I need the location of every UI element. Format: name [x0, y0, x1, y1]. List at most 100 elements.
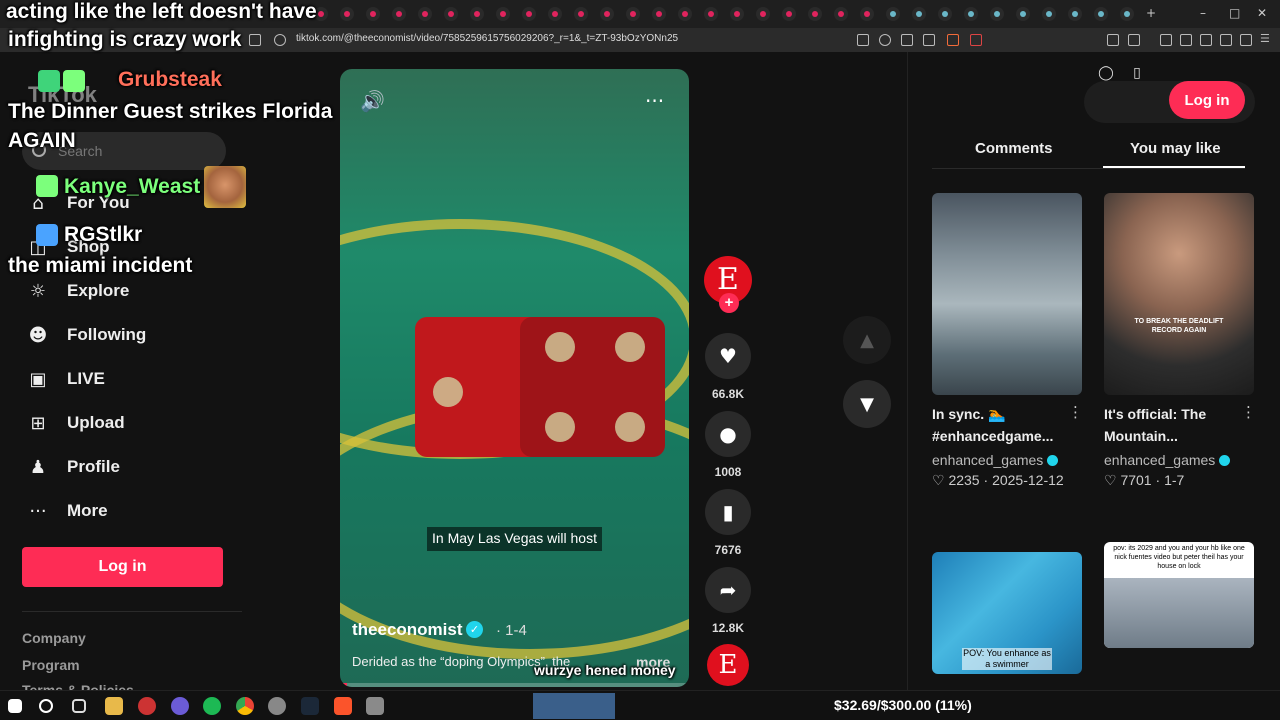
share-icon[interactable]: [923, 34, 935, 46]
card-options-icon[interactable]: ⋮: [1241, 403, 1256, 421]
tab[interactable]: [1068, 7, 1082, 21]
search-icon[interactable]: [39, 699, 53, 713]
site-info-icon[interactable]: [274, 34, 286, 46]
rewards-icon[interactable]: [970, 34, 982, 46]
tab-you-may-like[interactable]: You may like: [1130, 140, 1221, 157]
app-icon[interactable]: [138, 697, 156, 715]
sidebar-item-more[interactable]: ··· More: [26, 497, 226, 527]
tab[interactable]: [964, 7, 978, 21]
maximize-icon[interactable]: □: [1229, 6, 1240, 20]
tab[interactable]: [366, 7, 380, 21]
zoom-icon[interactable]: [879, 34, 891, 46]
discord-icon[interactable]: [171, 697, 189, 715]
tab[interactable]: [444, 7, 458, 21]
tab[interactable]: [340, 7, 354, 21]
tab[interactable]: [730, 7, 744, 21]
card-title[interactable]: It's official: The Mountain...: [1104, 403, 1240, 447]
tab[interactable]: [626, 7, 640, 21]
follow-icon[interactable]: +: [719, 293, 739, 313]
tab[interactable]: [938, 7, 952, 21]
video-options-icon[interactable]: ···: [645, 89, 664, 113]
app-icon[interactable]: [268, 697, 286, 715]
coin-icon[interactable]: ◯: [1097, 64, 1115, 82]
footer-link-program[interactable]: Program: [22, 657, 80, 673]
tab[interactable]: [1120, 7, 1134, 21]
login-button-top[interactable]: Log in: [1169, 81, 1245, 119]
phone-icon[interactable]: ▯: [1128, 64, 1146, 82]
sidebar-icon[interactable]: [1128, 34, 1140, 46]
video-player[interactable]: 🔊 ··· In May Las Vegas will host theecon…: [340, 69, 689, 687]
task-view-icon[interactable]: [72, 699, 86, 713]
creator-avatar-bottom[interactable]: E: [707, 644, 749, 686]
card-user[interactable]: enhanced_games: [1104, 452, 1231, 468]
sidebar-item-upload[interactable]: ⊞ Upload: [26, 409, 226, 439]
video-author[interactable]: theeconomist: [352, 620, 463, 640]
tab[interactable]: [704, 7, 718, 21]
tab-comments[interactable]: Comments: [975, 140, 1053, 157]
translate-icon[interactable]: [857, 34, 869, 46]
sidebar-item-following[interactable]: ☻ Following: [26, 321, 226, 351]
cast-icon[interactable]: [901, 34, 913, 46]
tab[interactable]: [600, 7, 614, 21]
tab[interactable]: [652, 7, 666, 21]
minimize-icon[interactable]: –: [1200, 6, 1206, 20]
tab[interactable]: [782, 7, 796, 21]
card-options-icon[interactable]: ⋮: [1068, 403, 1083, 421]
tab[interactable]: [834, 7, 848, 21]
save-button[interactable]: ▮: [705, 489, 751, 535]
url-field[interactable]: tiktok.com/@theeconomist/video/758525961…: [296, 33, 678, 44]
video-progress[interactable]: [340, 683, 689, 687]
tab[interactable]: [860, 7, 874, 21]
footer-link-terms[interactable]: Terms & Policies: [22, 682, 134, 690]
tab[interactable]: [912, 7, 926, 21]
active-window[interactable]: [533, 693, 615, 719]
tab[interactable]: [470, 7, 484, 21]
share-button[interactable]: ➦: [705, 567, 751, 613]
tab[interactable]: [496, 7, 510, 21]
menu-icon[interactable]: ☰: [1260, 33, 1272, 46]
sidebar-item-explore[interactable]: ☼ Explore: [26, 277, 226, 307]
tab[interactable]: [808, 7, 822, 21]
shield-icon[interactable]: [947, 34, 959, 46]
app-icon[interactable]: [366, 697, 384, 715]
tab[interactable]: [522, 7, 536, 21]
sidebar-item-profile[interactable]: ♟ Profile: [26, 453, 226, 483]
vpn-icon[interactable]: [1220, 34, 1232, 46]
brave-icon[interactable]: [334, 697, 352, 715]
footer-link-company[interactable]: Company: [22, 630, 86, 646]
card-user[interactable]: enhanced_games: [932, 452, 1059, 468]
tab[interactable]: [574, 7, 588, 21]
tab[interactable]: [756, 7, 770, 21]
downloads-icon[interactable]: [1240, 34, 1252, 46]
next-video-button[interactable]: ▼: [843, 380, 891, 428]
music-icon[interactable]: [1160, 34, 1172, 46]
video-thumbnail[interactable]: pov: its 2029 and you and your hb like o…: [1104, 542, 1254, 648]
close-icon[interactable]: ✕: [1257, 6, 1267, 20]
start-icon[interactable]: [8, 699, 22, 713]
volume-icon[interactable]: 🔊: [360, 89, 385, 113]
sidebar-item-live[interactable]: ▣ LIVE: [26, 365, 226, 395]
tab[interactable]: [548, 7, 562, 21]
tab[interactable]: [392, 7, 406, 21]
previous-video-button[interactable]: ▲: [843, 316, 891, 364]
video-thumbnail[interactable]: POV: You enhance as a swimmer: [932, 552, 1082, 674]
tab[interactable]: [1042, 7, 1056, 21]
tab[interactable]: [678, 7, 692, 21]
login-button[interactable]: Log in: [22, 547, 223, 587]
tab[interactable]: [1094, 7, 1108, 21]
bookmark-icon[interactable]: [249, 34, 261, 46]
file-explorer-icon[interactable]: [105, 697, 123, 715]
new-tab-icon[interactable]: +: [1146, 6, 1156, 20]
tab[interactable]: [1016, 7, 1030, 21]
wallet-icon[interactable]: [1200, 34, 1212, 46]
video-thumbnail[interactable]: TO BREAK THE DEADLIFT RECORD AGAIN: [1104, 193, 1254, 395]
reader-icon[interactable]: [1180, 34, 1192, 46]
comment-button[interactable]: ●: [705, 411, 751, 457]
tab[interactable]: [418, 7, 432, 21]
tab[interactable]: [990, 7, 1004, 21]
steam-icon[interactable]: [301, 697, 319, 715]
card-title[interactable]: In sync. 🏊 #enhancedgame...: [932, 403, 1068, 447]
like-button[interactable]: ♥: [705, 333, 751, 379]
chrome-icon[interactable]: [236, 697, 254, 715]
video-thumbnail[interactable]: [932, 193, 1082, 395]
